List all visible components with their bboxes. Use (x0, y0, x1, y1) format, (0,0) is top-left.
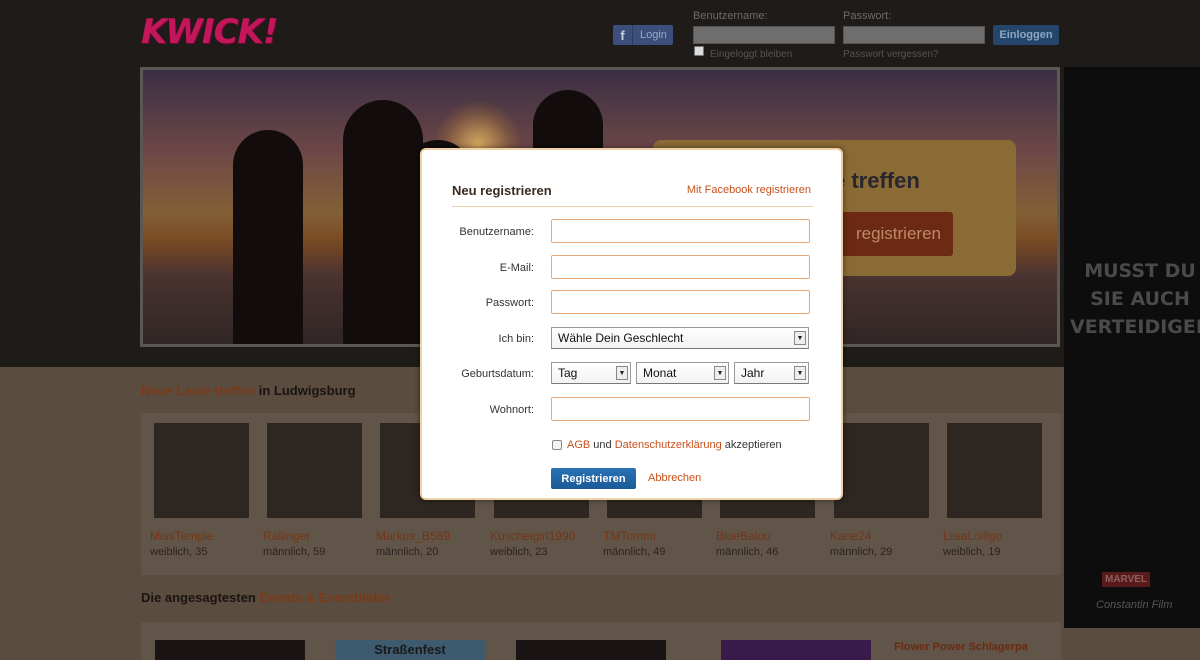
events-list: Straßenfest Flower Power Schlagerpa (141, 622, 1061, 660)
header-username-input[interactable] (693, 26, 835, 44)
gender-select-value: Wähle Dein Geschlecht (558, 331, 684, 345)
person-name[interactable]: Kane24 (830, 529, 871, 543)
day-select-value: Tag (558, 366, 578, 380)
silhouette-person (233, 130, 303, 344)
person-info: männlich, 46 (716, 546, 779, 558)
people-title-rest: in Ludwigsburg (255, 383, 356, 398)
dialog-title: Neu registrieren (452, 183, 552, 198)
person-name[interactable]: Rallinger (263, 529, 310, 543)
people-title-highlight[interactable]: Neue Leute treffen (141, 383, 255, 398)
person-info: männlich, 29 (830, 546, 893, 558)
person-name[interactable]: Markus_B589 (376, 529, 450, 543)
person-name[interactable]: LiisaLolligo (943, 529, 1002, 543)
person-card[interactable]: LiisaLolligo weiblich, 19 (934, 413, 1047, 575)
and-text: und (590, 439, 615, 451)
dialog-divider (452, 206, 813, 207)
event-title[interactable]: Flower Power Schlagerpa (894, 641, 1028, 653)
side-advertisement[interactable]: MUSST DU SIE AUCH VERTEIDIGEN MARVEL Con… (1064, 67, 1200, 628)
person-photo[interactable] (947, 423, 1042, 518)
city-label: Wohnort: (489, 404, 534, 416)
event-thumbnail[interactable] (155, 640, 305, 660)
login-button[interactable]: Einloggen (993, 25, 1059, 45)
constantin-film-logo: Constantin Film (1096, 599, 1173, 611)
year-select-value: Jahr (741, 366, 765, 380)
header-password-input[interactable] (843, 26, 985, 44)
person-info: weiblich, 23 (490, 546, 548, 558)
events-title-highlight[interactable]: Events & Eventbilder (260, 590, 390, 605)
person-name[interactable]: BlueBalou (716, 529, 771, 543)
person-info: männlich, 59 (263, 546, 326, 558)
person-name[interactable]: TMTommi (603, 529, 656, 543)
agb-link[interactable]: AGB (567, 439, 590, 451)
chevron-down-icon: ▼ (616, 366, 628, 380)
month-select-value: Monat (643, 366, 677, 380)
facebook-register-link[interactable]: Mit Facebook registrieren (687, 184, 811, 196)
chevron-down-icon: ▼ (794, 366, 806, 380)
ad-headline: MUSST DU SIE AUCH VERTEIDIGEN (1070, 260, 1200, 338)
person-card[interactable]: MissTemple weiblich, 35 (141, 413, 254, 575)
banner-register-button[interactable]: registrieren (833, 212, 953, 256)
cancel-link[interactable]: Abbrechen (648, 472, 701, 484)
events-title-start: Die angesagtesten (141, 590, 260, 605)
password-label: Passwort: (485, 297, 534, 309)
accept-text: akzeptieren (721, 439, 782, 451)
forgot-password-link[interactable]: Passwort vergessen? (843, 49, 939, 60)
year-select[interactable]: Jahr ▼ (734, 362, 809, 384)
day-select[interactable]: Tag ▼ (551, 362, 631, 384)
terms-agreement: AGB und Datenschutzerklärung akzeptieren (552, 439, 782, 451)
header-password-label: Passwort: (843, 10, 892, 22)
registration-dialog: Neu registrieren Mit Facebook registrier… (420, 148, 843, 500)
chevron-down-icon: ▼ (714, 366, 726, 380)
city-input[interactable] (551, 397, 810, 421)
email-input[interactable] (551, 255, 810, 279)
chevron-down-icon: ▼ (794, 331, 806, 345)
events-section-title: Die angesagtesten Events & Eventbilder (141, 590, 390, 605)
person-photo[interactable] (834, 423, 929, 518)
person-info: weiblich, 19 (943, 546, 1001, 558)
kwick-logo[interactable]: KWICK! (141, 12, 278, 52)
username-label: Benutzername: (459, 226, 534, 238)
facebook-login-button[interactable]: f Login (613, 25, 673, 45)
password-input[interactable] (551, 290, 810, 314)
remember-label: Eingeloggt bleiben (710, 49, 793, 60)
person-photo[interactable] (267, 423, 362, 518)
gender-label: Ich bin: (498, 333, 534, 345)
event-thumbnail[interactable] (516, 640, 666, 660)
people-section-title: Neue Leute treffen in Ludwigsburg (141, 383, 356, 398)
month-select[interactable]: Monat ▼ (636, 362, 729, 384)
birthdate-label: Geburtsdatum: (461, 368, 534, 380)
event-thumbnail[interactable]: Straßenfest (335, 640, 485, 660)
gender-select[interactable]: Wähle Dein Geschlecht ▼ (551, 327, 809, 349)
person-info: männlich, 20 (376, 546, 439, 558)
register-button[interactable]: Registrieren (551, 468, 636, 489)
person-name[interactable]: MissTemple (150, 529, 213, 543)
facebook-login-label: Login (640, 29, 667, 41)
header-username-label: Benutzername: (693, 10, 768, 22)
username-input[interactable] (551, 219, 810, 243)
banner-headline: e treffen (833, 168, 920, 193)
person-name[interactable]: Kuschelgirl1990 (490, 529, 575, 543)
remember-checkbox[interactable] (694, 46, 704, 56)
person-info: männlich, 49 (603, 546, 666, 558)
event-thumbnail[interactable] (721, 640, 871, 660)
terms-checkbox[interactable] (552, 440, 562, 450)
marvel-logo: MARVEL (1102, 572, 1151, 587)
person-info: weiblich, 35 (150, 546, 208, 558)
person-card[interactable]: Rallinger männlich, 59 (254, 413, 367, 575)
privacy-link[interactable]: Datenschutzerklärung (615, 439, 722, 451)
facebook-icon: f (613, 25, 633, 45)
email-label: E-Mail: (499, 262, 534, 274)
person-photo[interactable] (154, 423, 249, 518)
